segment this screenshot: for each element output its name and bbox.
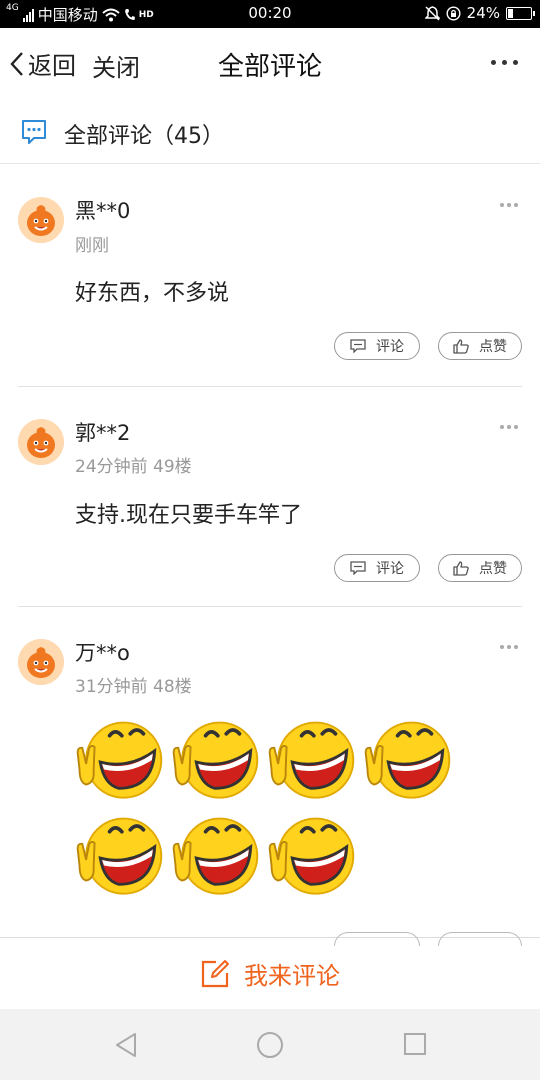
emoji-row <box>72 715 454 809</box>
comment-author: 黑**0 <box>75 199 131 223</box>
reply-button-peek <box>334 932 420 946</box>
battery-percent: 24% <box>466 4 500 22</box>
laughing-emoji-sticker <box>264 811 358 905</box>
thumbs-up-icon <box>453 338 469 354</box>
comment-time: 24分钟前 49楼 <box>75 457 192 477</box>
comment-author: 郭**2 <box>75 421 131 445</box>
reply-button[interactable]: 评论 <box>334 554 420 582</box>
comment-item: 郭**2 24分钟前 49楼 支持.现在只要手车竿了 评论 点赞 <box>0 387 540 607</box>
home-circle-icon[interactable] <box>256 1031 284 1059</box>
like-label: 点赞 <box>479 561 507 577</box>
battery-icon <box>506 6 535 20</box>
laughing-emoji-sticker <box>168 715 262 809</box>
thumbs-up-icon <box>453 560 469 576</box>
more-options-icon[interactable] <box>491 60 518 65</box>
comment-bubble-icon <box>22 120 46 144</box>
reply-icon <box>350 561 366 575</box>
back-triangle-icon[interactable] <box>113 1031 139 1059</box>
comment-more-icon[interactable] <box>500 645 518 649</box>
write-comment-button[interactable]: 我来评论 <box>0 956 540 991</box>
reply-icon <box>350 339 366 353</box>
like-button-peek <box>438 932 522 946</box>
comments-count-title: 全部评论（45） <box>64 124 224 149</box>
reply-label: 评论 <box>376 561 404 577</box>
like-label: 点赞 <box>479 339 507 355</box>
emoji-row <box>72 811 358 905</box>
avatar[interactable] <box>18 197 64 243</box>
page-title: 全部评论 <box>217 52 322 82</box>
laughing-emoji-sticker <box>168 811 262 905</box>
laughing-emoji-sticker <box>72 811 166 905</box>
comments-section-header: 全部评论（45） <box>0 100 540 164</box>
comment-more-icon[interactable] <box>500 203 518 207</box>
bottom-comment-bar: 我来评论 <box>0 932 540 1009</box>
comment-time: 刚刚 <box>75 236 109 256</box>
comment-author: 万**o <box>75 641 130 665</box>
comment-item: 万**o 31分钟前 48楼 <box>0 607 540 937</box>
recents-square-icon[interactable] <box>403 1031 427 1057</box>
like-button[interactable]: 点赞 <box>438 332 522 360</box>
mute-bell-icon <box>424 5 440 21</box>
laughing-emoji-sticker <box>264 715 358 809</box>
laughing-emoji-sticker <box>72 715 166 809</box>
comment-more-icon[interactable] <box>500 425 518 429</box>
comment-time: 31分钟前 48楼 <box>75 677 192 697</box>
comment-item: 黑**0 刚刚 好东西，不多说 评论 点赞 <box>0 165 540 387</box>
comment-text: 支持.现在只要手车竿了 <box>75 503 302 528</box>
reply-button[interactable]: 评论 <box>334 332 420 360</box>
system-nav-bar <box>0 1009 540 1080</box>
write-comment-label: 我来评论 <box>244 962 340 990</box>
edit-icon <box>201 959 229 987</box>
comment-text: 好东西，不多说 <box>75 281 230 306</box>
reply-label: 评论 <box>376 339 404 355</box>
like-button[interactable]: 点赞 <box>438 554 522 582</box>
avatar[interactable] <box>18 639 64 685</box>
rotation-lock-icon <box>446 5 461 21</box>
laughing-emoji-sticker <box>360 715 454 809</box>
top-nav-bar: 返回 关闭 全部评论 <box>0 28 540 100</box>
status-bar: 4G 中国移动 HD 00:20 24% <box>0 0 540 28</box>
avatar[interactable] <box>18 419 64 465</box>
